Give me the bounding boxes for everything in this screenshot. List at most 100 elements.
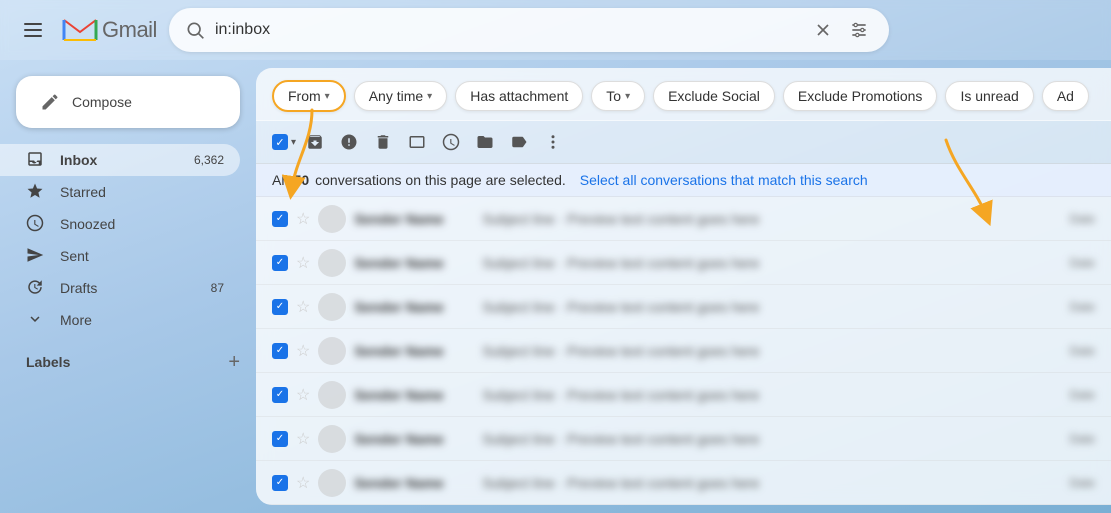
inbox-count: 6,362 (194, 153, 224, 167)
drafts-label: Drafts (60, 280, 195, 296)
row-checkbox-7[interactable] (272, 475, 288, 491)
banner-count: 50 (294, 172, 310, 188)
gmail-wordmark: Gmail (102, 17, 157, 43)
banner-suffix: conversations on this page are selected. (315, 172, 566, 188)
table-row[interactable]: ☆ Sender Name Subject line · Preview tex… (256, 373, 1111, 417)
inbox-icon (26, 150, 44, 171)
drafts-count: 87 (211, 281, 224, 295)
snooze-button[interactable] (436, 127, 466, 157)
filter-chip-is-unread[interactable]: Is unread (945, 81, 1033, 111)
spam-icon (340, 133, 358, 151)
search-clear-button[interactable] (811, 18, 835, 42)
email-date-7: Date (1070, 476, 1095, 490)
table-row[interactable]: ☆ Sender Name Subject line · Preview tex… (256, 197, 1111, 241)
email-body-6: Subject line · Preview text content goes… (482, 431, 1061, 447)
table-row[interactable]: ☆ Sender Name Subject line · Preview tex… (256, 417, 1111, 461)
compose-button[interactable]: Compose (16, 76, 240, 128)
filter-chip-any-time[interactable]: Any time ▾ (354, 81, 448, 111)
row-checkbox-5[interactable] (272, 387, 288, 403)
avatar-1 (318, 205, 346, 233)
select-all-dropdown-arrow[interactable]: ▾ (291, 137, 296, 148)
star-button-5[interactable]: ☆ (296, 385, 310, 405)
mark-read-button[interactable] (402, 127, 432, 157)
is-unread-chip-label: Is unread (960, 88, 1018, 104)
filter-chip-exclude-promotions[interactable]: Exclude Promotions (783, 81, 938, 111)
menu-line-3 (24, 35, 42, 37)
star-button-4[interactable]: ☆ (296, 341, 310, 361)
search-icon (185, 20, 205, 40)
table-row[interactable]: ☆ Sender Name Subject line · Preview tex… (256, 285, 1111, 329)
snooze-toolbar-icon (442, 133, 460, 151)
row-checkbox-2[interactable] (272, 255, 288, 271)
star-button-3[interactable]: ☆ (296, 297, 310, 317)
sender-2: Sender Name (354, 255, 474, 271)
table-row[interactable]: ☆ Sender Name Subject line · Preview tex… (256, 241, 1111, 285)
label-button[interactable] (504, 127, 534, 157)
email-date-4: Date (1070, 344, 1095, 358)
more-vert-icon (544, 133, 562, 151)
sender-3: Sender Name (354, 299, 474, 315)
sidebar-item-inbox[interactable]: Inbox 6,362 (0, 144, 240, 176)
row-checkbox-6[interactable] (272, 431, 288, 447)
row-checkbox-4[interactable] (272, 343, 288, 359)
filter-chip-has-attachment[interactable]: Has attachment (455, 81, 583, 111)
email-list: ☆ Sender Name Subject line · Preview tex… (256, 197, 1111, 505)
filter-chip-from[interactable]: From ▾ (272, 80, 346, 112)
select-all-conversations-link[interactable]: Select all conversations that match this… (580, 172, 868, 188)
exclude-social-chip-label: Exclude Social (668, 88, 760, 104)
email-date-5: Date (1070, 388, 1095, 402)
starred-label: Starred (60, 184, 224, 200)
any-time-chip-label: Any time (369, 88, 423, 104)
report-spam-button[interactable] (334, 127, 364, 157)
archive-button[interactable] (300, 127, 330, 157)
sidebar-item-starred[interactable]: Starred (0, 176, 240, 208)
sender-7: Sender Name (354, 475, 474, 491)
select-all-checkbox-area: ▾ (272, 134, 296, 150)
sidebar: Compose Inbox 6,362 Starred Snoozed (0, 60, 256, 513)
star-button-7[interactable]: ☆ (296, 473, 310, 493)
row-checkbox-3[interactable] (272, 299, 288, 315)
select-all-checkbox[interactable] (272, 134, 288, 150)
filter-chip-to[interactable]: To ▾ (591, 81, 645, 111)
search-bar (169, 8, 889, 52)
filter-row: From ▾ Any time ▾ Has attachment To ▾ Ex… (256, 68, 1111, 121)
more-nav-icon (26, 310, 44, 331)
drafts-icon (26, 278, 44, 299)
email-date-3: Date (1070, 300, 1095, 314)
menu-line-2 (24, 29, 42, 31)
sidebar-item-more[interactable]: More (0, 304, 240, 336)
star-button-6[interactable]: ☆ (296, 429, 310, 449)
row-checkbox-1[interactable] (272, 211, 288, 227)
avatar-6 (318, 425, 346, 453)
inbox-label: Inbox (60, 152, 178, 168)
search-input[interactable] (215, 21, 801, 39)
email-body-2: Subject line · Preview text content goes… (482, 255, 1061, 271)
table-row[interactable]: ☆ Sender Name Subject line · Preview tex… (256, 461, 1111, 505)
sender-6: Sender Name (354, 431, 474, 447)
email-area: From ▾ Any time ▾ Has attachment To ▾ Ex… (256, 68, 1111, 505)
table-row[interactable]: ☆ Sender Name Subject line · Preview tex… (256, 329, 1111, 373)
avatar-2 (318, 249, 346, 277)
gmail-logo: Gmail (62, 16, 157, 44)
filter-chip-exclude-social[interactable]: Exclude Social (653, 81, 775, 111)
filter-chip-advanced[interactable]: Ad (1042, 81, 1089, 111)
menu-button[interactable] (16, 15, 50, 45)
sender-4: Sender Name (354, 343, 474, 359)
move-to-button[interactable] (470, 127, 500, 157)
more-label: More (60, 312, 224, 328)
delete-button[interactable] (368, 127, 398, 157)
compose-icon (40, 92, 60, 112)
mark-read-icon (408, 133, 426, 151)
tune-icon (849, 20, 869, 40)
star-button-2[interactable]: ☆ (296, 253, 310, 273)
star-button-1[interactable]: ☆ (296, 209, 310, 229)
labels-add-button[interactable]: + (228, 352, 240, 372)
sidebar-item-drafts[interactable]: Drafts 87 (0, 272, 240, 304)
avatar-5 (318, 381, 346, 409)
sidebar-item-snoozed[interactable]: Snoozed (0, 208, 240, 240)
more-toolbar-button[interactable] (538, 127, 568, 157)
sidebar-item-sent[interactable]: Sent (0, 240, 240, 272)
to-chip-arrow: ▾ (625, 91, 630, 102)
search-options-button[interactable] (845, 16, 873, 44)
to-chip-label: To (606, 88, 621, 104)
